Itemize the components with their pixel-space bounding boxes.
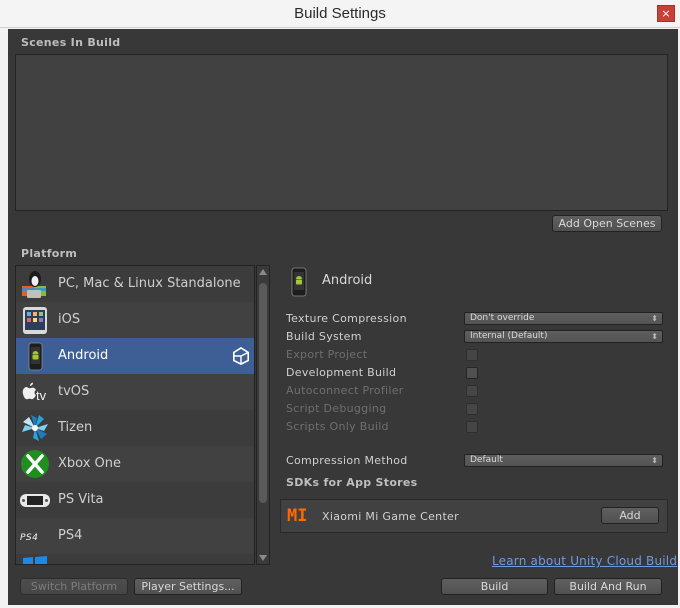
ps4-icon: PS4	[20, 533, 38, 543]
scroll-up-arrow-icon[interactable]	[259, 269, 267, 275]
scenes-in-build-header: Scenes In Build	[21, 36, 121, 49]
export-project-label: Export Project	[286, 348, 368, 361]
window-title: Build Settings	[294, 5, 386, 22]
platform-label: PC, Mac & Linux Standalone	[58, 276, 241, 291]
scrollbar-thumb[interactable]	[259, 283, 267, 503]
compression-method-value: Default	[470, 455, 503, 465]
scenes-list[interactable]	[15, 54, 668, 211]
platform-item-android[interactable]: Android	[16, 338, 254, 374]
sdk-row-xiaomi: MI Xiaomi Mi Game Center Add	[280, 499, 668, 533]
autoconnect-profiler-checkbox	[466, 385, 478, 397]
pc-mac-linux-icon	[22, 271, 46, 298]
platform-item-xbox-one[interactable]: Xbox One	[16, 446, 254, 482]
build-settings-panel: Scenes In Build Add Open Scenes Platform…	[8, 29, 678, 605]
sdks-header: SDKs for App Stores	[286, 476, 418, 489]
sdk-name: Xiaomi Mi Game Center	[322, 510, 459, 523]
ps-vita-icon	[20, 494, 50, 507]
development-build-label: Development Build	[286, 366, 397, 379]
close-button[interactable]: ×	[657, 5, 675, 22]
platform-label: Android	[58, 348, 109, 363]
add-sdk-button[interactable]: Add	[601, 507, 659, 524]
add-open-scenes-button[interactable]: Add Open Scenes	[552, 215, 662, 232]
windows-icon	[23, 556, 47, 564]
export-project-checkbox	[466, 349, 478, 361]
switch-platform-button[interactable]: Switch Platform	[20, 578, 128, 595]
build-button[interactable]: Build	[441, 578, 548, 595]
platform-item-ios[interactable]: iOS	[16, 302, 254, 338]
build-system-label: Build System	[286, 330, 362, 343]
title-bar: Build Settings ×	[0, 0, 680, 28]
scripts-only-build-checkbox	[466, 421, 478, 433]
build-system-value: Internal (Default)	[470, 331, 548, 341]
platform-label: Xbox One	[58, 456, 122, 471]
dropdown-arrows-icon: ⬍	[651, 314, 658, 323]
platform-item-standalone[interactable]: PC, Mac & Linux Standalone	[16, 266, 254, 302]
autoconnect-profiler-label: Autoconnect Profiler	[286, 384, 404, 397]
scroll-down-arrow-icon[interactable]	[259, 555, 267, 561]
platform-header: Platform	[21, 247, 78, 260]
platform-label: PS4	[58, 528, 83, 543]
dropdown-arrows-icon: ⬍	[651, 456, 658, 465]
svg-text:tv: tv	[36, 388, 47, 403]
unity-cloud-build-link[interactable]: Learn about Unity Cloud Build	[492, 554, 677, 568]
apple-tv-icon: tv	[22, 382, 47, 403]
svg-text:PS4: PS4	[20, 533, 38, 543]
platform-item-ps4[interactable]: PS4 PS4	[16, 518, 254, 554]
texture-compression-dropdown[interactable]: Don't override ⬍	[464, 312, 663, 325]
build-system-dropdown[interactable]: Internal (Default) ⬍	[464, 330, 663, 343]
scripts-only-build-label: Scripts Only Build	[286, 420, 389, 433]
platform-item-ps-vita[interactable]: PS Vita	[16, 482, 254, 518]
platform-label: tvOS	[58, 384, 90, 399]
platform-list-scrollbar[interactable]	[256, 265, 270, 565]
platform-item-tizen[interactable]: Tizen	[16, 410, 254, 446]
platform-label: PS Vita	[58, 492, 104, 507]
development-build-checkbox[interactable]	[466, 367, 478, 379]
tizen-icon	[22, 415, 48, 441]
selected-platform-title: Android	[322, 273, 373, 288]
unity-logo-icon	[232, 347, 250, 365]
android-phone-icon	[291, 267, 307, 297]
android-phone-icon	[28, 342, 43, 371]
texture-compression-label: Texture Compression	[286, 312, 407, 325]
ios-device-icon	[23, 307, 47, 334]
platform-item-partial[interactable]	[16, 554, 254, 564]
xiaomi-logo-icon: MI	[287, 506, 308, 526]
dropdown-arrows-icon: ⬍	[651, 332, 658, 341]
compression-method-label: Compression Method	[286, 454, 408, 467]
platform-item-tvos[interactable]: tv tvOS	[16, 374, 254, 410]
xbox-icon	[21, 450, 49, 478]
script-debugging-checkbox	[466, 403, 478, 415]
texture-compression-value: Don't override	[470, 313, 535, 323]
script-debugging-label: Script Debugging	[286, 402, 387, 415]
player-settings-button[interactable]: Player Settings...	[134, 578, 242, 595]
platform-label: Tizen	[58, 420, 93, 435]
build-and-run-button[interactable]: Build And Run	[554, 578, 662, 595]
compression-method-dropdown[interactable]: Default ⬍	[464, 454, 663, 467]
platform-list[interactable]: PC, Mac & Linux Standalone iOS Android t…	[15, 265, 255, 565]
platform-label: iOS	[58, 312, 81, 327]
